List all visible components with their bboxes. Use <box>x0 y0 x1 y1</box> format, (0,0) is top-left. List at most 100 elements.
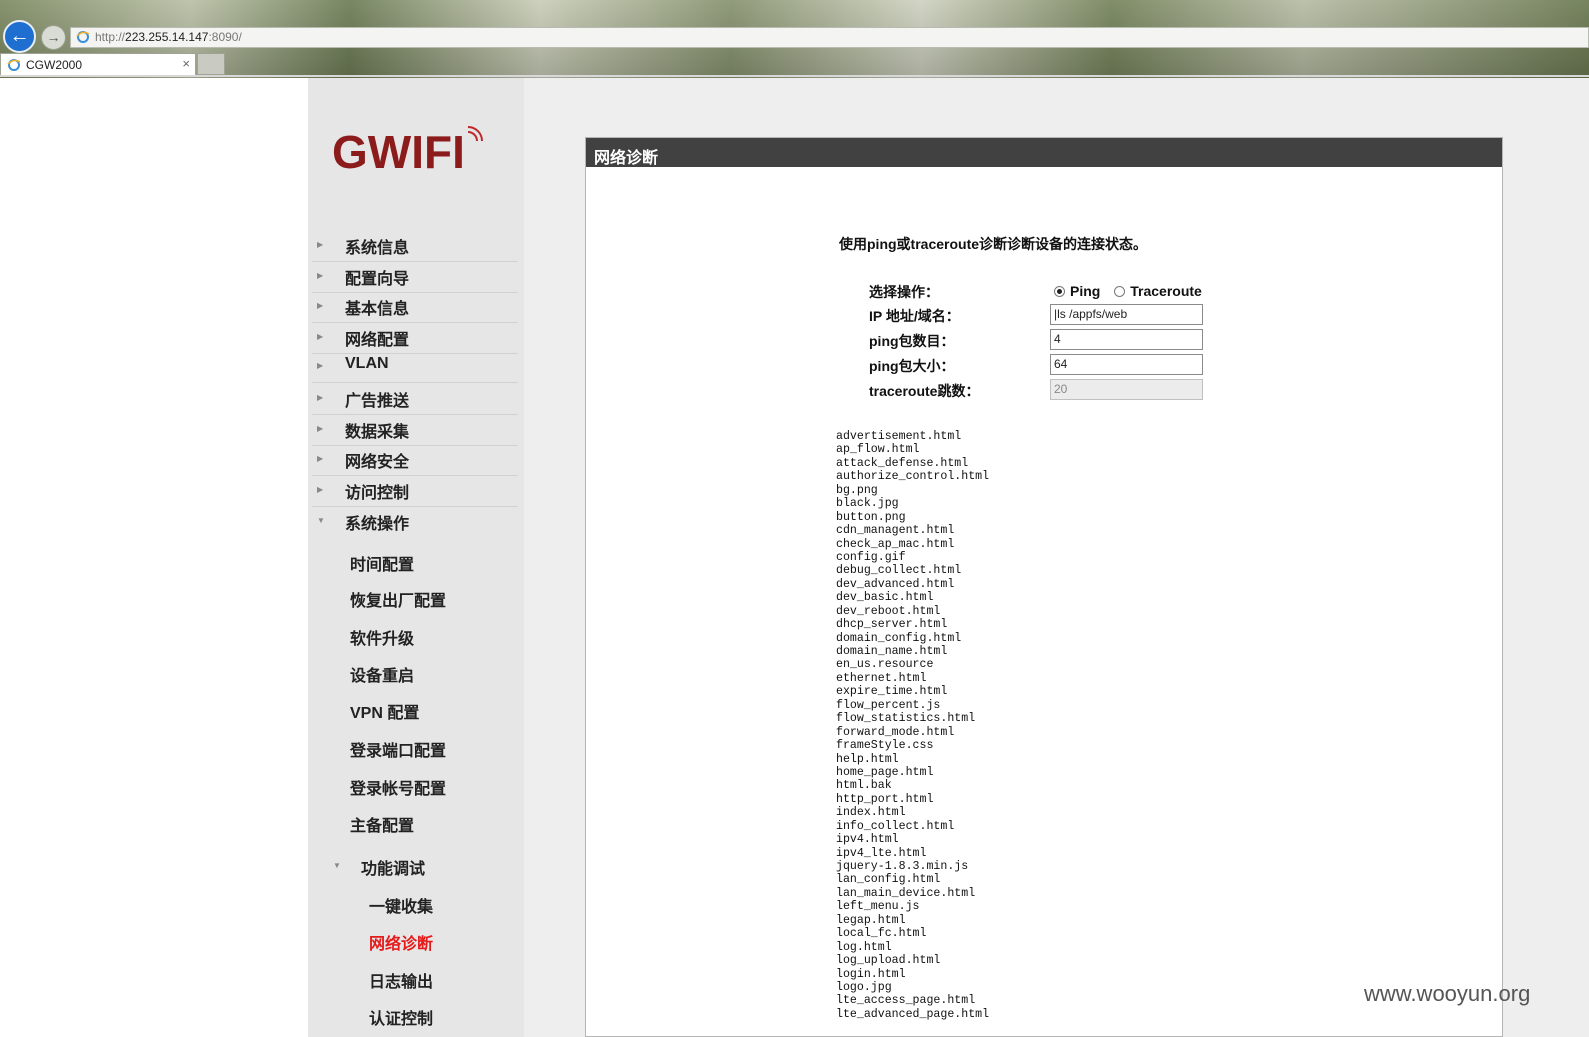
sidebar-subitem-factory-reset[interactable]: 恢复出厂配置 <box>350 587 446 611</box>
close-icon[interactable]: × <box>182 56 190 71</box>
output-line: dev_advanced.html <box>836 577 955 591</box>
output-line: ipv4_lte.html <box>836 846 927 860</box>
sidebar-item-system-operation[interactable]: ▼ 系统操作 <box>312 510 518 538</box>
sidebar-item-ad-push[interactable]: ▶ 广告推送 <box>312 387 518 415</box>
output-line: debug_collect.html <box>836 564 962 578</box>
output-line: dev_basic.html <box>836 591 934 605</box>
ping-size-input[interactable]: 64 <box>1050 354 1203 375</box>
sidebar-subitem-login-account[interactable]: 登录帐号配置 <box>350 775 446 799</box>
sidebar-subitem-one-click-collect[interactable]: 一键收集 <box>369 893 433 917</box>
triangle-right-icon: ▶ <box>317 424 324 433</box>
sidebar-item-network-config[interactable]: ▶ 网络配置 <box>312 326 518 354</box>
sidebar-item-system-info[interactable]: ▶ 系统信息 <box>312 234 518 262</box>
output-line: domain_config.html <box>836 631 962 645</box>
ping-size-label: ping包大小： <box>869 358 955 374</box>
new-tab-button[interactable] <box>197 53 225 75</box>
sidebar-item-data-collection[interactable]: ▶ 数据采集 <box>312 418 518 446</box>
traceroute-radio[interactable] <box>1114 285 1126 297</box>
output-line: logo.jpg <box>836 980 892 994</box>
sidebar-subitem-master-backup[interactable]: 主备配置 <box>350 812 414 836</box>
output-line: advertisement.html <box>836 430 962 443</box>
output-line: ap_flow.html <box>836 443 920 457</box>
sidebar-item-label: 基本信息 <box>345 301 410 318</box>
output-line: dev_reboot.html <box>836 604 941 618</box>
operation-label: 选择操作： <box>869 284 939 300</box>
sidebar-subitem-software-upgrade[interactable]: 软件升级 <box>350 625 414 649</box>
output-line: expire_time.html <box>836 685 948 699</box>
output-line: html.bak <box>836 779 892 793</box>
sidebar-subitem-login-port[interactable]: 登录端口配置 <box>350 737 446 761</box>
sidebar-item-config-wizard[interactable]: ▶ 配置向导 <box>312 265 518 293</box>
output-line: en_us.resource <box>836 658 934 672</box>
ping-radio[interactable] <box>1054 285 1065 297</box>
ping-count-input[interactable]: 4 <box>1050 329 1203 350</box>
triangle-right-icon: ▶ <box>317 393 324 402</box>
svg-text:GWIFI: GWIFI <box>332 126 465 174</box>
output-line: config.gif <box>836 550 906 564</box>
sidebar-item-label: 数据采集 <box>345 424 410 441</box>
sidebar-item-label: 网络配置 <box>345 332 410 349</box>
triangle-right-icon: ▶ <box>317 301 324 310</box>
sidebar-subitem-log-output[interactable]: 日志输出 <box>369 968 433 992</box>
sidebar-item-label: 系统信息 <box>345 240 410 257</box>
sidebar-subitem-network-diagnosis[interactable]: 网络诊断 <box>369 930 433 954</box>
sidebar-item-label: 系统操作 <box>345 516 410 533</box>
panel-description: 使用ping或traceroute诊断诊断设备的连接状态。 <box>839 236 1148 252</box>
output-line: index.html <box>836 806 906 820</box>
output-line: local_fc.html <box>836 927 927 941</box>
address-bar[interactable]: http://223.255.14.147:8090/ <box>70 27 1589 48</box>
ping-count-label: ping包数目： <box>869 333 955 349</box>
sidebar-subitem-device-reboot[interactable]: 设备重启 <box>350 662 414 686</box>
output-line: lte_access_page.html <box>836 994 976 1008</box>
sidebar-item-access-control[interactable]: ▶ 访问控制 <box>312 479 518 507</box>
output-line: lan_config.html <box>836 873 941 887</box>
triangle-right-icon: ▶ <box>317 485 324 494</box>
output-line: check_ap_mac.html <box>836 537 955 551</box>
sidebar-item-basic-info[interactable]: ▶ 基本信息 <box>312 295 518 323</box>
diagnosis-panel: 网络诊断 <box>585 137 1503 1037</box>
sidebar-item-label: VLAN <box>345 355 389 372</box>
sidebar-subitem-time-config[interactable]: 时间配置 <box>350 551 414 575</box>
output-line: log.html <box>836 940 892 954</box>
ip-input[interactable]: |ls /appfs/web <box>1050 304 1203 325</box>
triangle-right-icon: ▶ <box>317 361 324 370</box>
chrome-divider <box>0 75 1589 77</box>
output-line: home_page.html <box>836 765 934 779</box>
output-line: log_upload.html <box>836 954 941 968</box>
panel-header: 网络诊断 <box>586 138 1502 167</box>
output-line: legap.html <box>836 913 906 927</box>
browser-tab[interactable]: CGW2000 × <box>0 53 196 76</box>
diagnosis-output: advertisement.html ap_flow.html attack_def… <box>836 430 989 1021</box>
output-line: http_port.html <box>836 792 934 806</box>
traceroute-hops-label: traceroute跳数： <box>869 383 980 399</box>
output-line: attack_defense.html <box>836 456 969 470</box>
ping-radio-label[interactable]: Ping <box>1070 283 1100 299</box>
sidebar-item-vlan[interactable]: ▶ VLAN <box>312 355 518 383</box>
output-line: authorize_control.html <box>836 470 990 484</box>
output-line: bg.png <box>836 483 878 497</box>
ip-label: IP 地址/域名： <box>869 308 960 324</box>
ie-icon <box>7 59 21 71</box>
output-line: help.html <box>836 752 899 766</box>
output-line: forward_mode.html <box>836 725 955 739</box>
forward-arrow-icon[interactable]: → <box>41 25 66 50</box>
operation-radio-group: Ping Traceroute <box>1054 282 1212 299</box>
triangle-down-icon: ▼ <box>317 516 325 525</box>
triangle-right-icon: ▶ <box>317 454 324 463</box>
sidebar-subitem-debug[interactable]: 功能调试 <box>361 855 425 879</box>
traceroute-radio-label[interactable]: Traceroute <box>1130 283 1202 299</box>
traceroute-hops-input: 20 <box>1050 379 1203 400</box>
output-line: ethernet.html <box>836 671 927 685</box>
sidebar-subitem-vpn-config[interactable]: VPN 配置 <box>350 699 419 723</box>
output-line: black.jpg <box>836 497 899 511</box>
watermark: www.wooyun.org <box>1364 981 1531 1006</box>
output-line: lte_advanced_page.html <box>836 1007 990 1021</box>
triangle-down-icon: ▼ <box>333 861 341 870</box>
back-arrow-icon[interactable]: ← <box>3 20 36 53</box>
output-line: left_menu.js <box>836 900 920 914</box>
browser-chrome: ← → http://223.255.14.147:8090/ CGW2000 … <box>0 0 1589 78</box>
sidebar-item-network-security[interactable]: ▶ 网络安全 <box>312 448 518 476</box>
output-line: domain_name.html <box>836 645 948 658</box>
sidebar-subitem-auth-control[interactable]: 认证控制 <box>369 1005 433 1029</box>
output-line: cdn_managent.html <box>836 524 955 538</box>
